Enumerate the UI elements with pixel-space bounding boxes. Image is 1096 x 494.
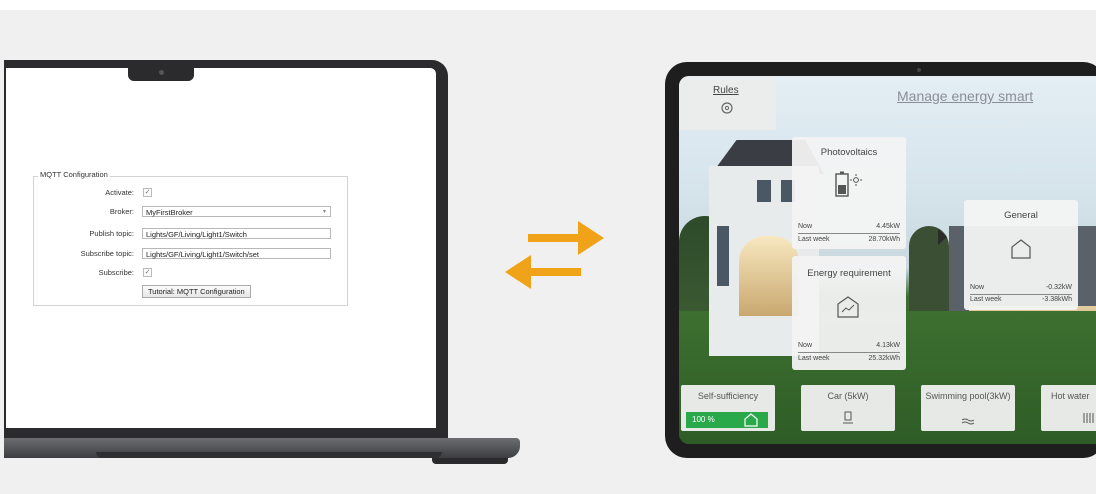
last-week-value: -3.38kWh xyxy=(1042,296,1072,303)
general-title: General xyxy=(1004,210,1038,221)
photovoltaics-now-row: Now 4.45kW xyxy=(798,223,900,234)
heater-icon xyxy=(1083,413,1094,423)
general-now-row: Now -0.32kW xyxy=(970,284,1072,295)
broker-select[interactable]: MyFirstBroker ▾ xyxy=(142,206,331,217)
subscribe-label: Subscribe: xyxy=(98,268,134,277)
broker-label: Broker: xyxy=(109,207,134,216)
general-card[interactable]: General Now -0.32kW Last week -3.38kWh xyxy=(964,200,1078,310)
activate-checkbox[interactable]: ✓ xyxy=(143,188,152,197)
subscribe-topic-label: Subscribe topic: xyxy=(80,249,134,258)
car-tile[interactable]: Car (5kW) xyxy=(801,385,895,431)
rules-button[interactable]: Rules xyxy=(679,76,776,130)
now-label: Now xyxy=(970,284,985,291)
last-week-label: Last week xyxy=(798,236,830,243)
laptop-base-lip xyxy=(96,452,442,458)
subscribe-topic-input[interactable]: Lights/GF/Living/Light1/Switch/set xyxy=(142,248,331,259)
house-icon xyxy=(744,413,758,427)
energy-week-row: Last week 25.32kWh xyxy=(798,355,900,365)
laptop-screen: MQTT Configuration Activate: ✓ Broker: M… xyxy=(6,68,436,428)
publish-topic-input[interactable]: Lights/GF/Living/Light1/Switch xyxy=(142,228,331,239)
camera-icon xyxy=(159,70,164,75)
house-glass-front xyxy=(739,236,799,316)
self-sufficiency-label: Self-sufficiency xyxy=(697,391,759,401)
hot-water-tile[interactable]: Hot water xyxy=(1041,385,1096,431)
subscribe-checkbox[interactable]: ✓ xyxy=(143,268,152,277)
gear-icon xyxy=(721,102,733,114)
hot-water-label: Hot water xyxy=(1051,391,1090,401)
swimming-pool-label: Swimming pool(3kW) xyxy=(925,391,1011,401)
self-sufficiency-tile[interactable]: Self-sufficiency 100 % xyxy=(681,385,775,431)
now-value: 4.13kW xyxy=(876,342,900,349)
arrow-right-icon xyxy=(528,221,604,255)
house-icon xyxy=(1011,239,1031,259)
last-week-label: Last week xyxy=(970,296,1002,303)
self-sufficiency-bar: 100 % xyxy=(686,412,768,428)
mqtt-configuration-panel: MQTT Configuration Activate: ✓ Broker: M… xyxy=(33,170,348,306)
photovoltaics-title: Photovoltaics xyxy=(820,147,878,158)
rules-label: Rules xyxy=(713,85,739,96)
tablet-screen: Rules Manage energy smart Photovoltaics … xyxy=(679,76,1096,444)
activate-label: Activate: xyxy=(105,188,134,197)
now-label: Now xyxy=(798,223,813,230)
house-window xyxy=(757,180,771,202)
last-week-label: Last week xyxy=(798,355,830,362)
battery-sun-icon xyxy=(835,171,862,197)
laptop-foot xyxy=(432,458,508,464)
energy-requirement-title: Energy requirement xyxy=(807,268,891,279)
chevron-right-icon[interactable] xyxy=(938,229,947,245)
photovoltaics-week-row: Last week 28.70kWh xyxy=(798,236,900,246)
tablet-camera-icon xyxy=(917,68,921,72)
publish-topic-label: Publish topic: xyxy=(89,229,134,238)
page-title: Manage energy smart xyxy=(897,88,1034,104)
last-week-value: 25.32kWh xyxy=(868,355,900,362)
house-chart-icon xyxy=(837,296,859,318)
general-week-row: Last week -3.38kWh xyxy=(970,296,1072,306)
swimming-pool-tile[interactable]: Swimming pool(3kW) xyxy=(921,385,1015,431)
house-window xyxy=(717,226,729,286)
self-sufficiency-value: 100 % xyxy=(692,415,715,424)
mqtt-legend: MQTT Configuration xyxy=(38,170,110,179)
now-label: Now xyxy=(798,342,813,349)
top-strip xyxy=(0,0,1096,10)
charger-icon xyxy=(843,411,853,424)
energy-requirement-card[interactable]: Energy requirement Now 4.13kW Last week … xyxy=(792,256,906,370)
arrow-left-icon xyxy=(505,255,581,289)
now-value: 4.45kW xyxy=(876,223,900,230)
now-value: -0.32kW xyxy=(1045,284,1072,291)
broker-value: MyFirstBroker xyxy=(146,208,193,217)
energy-now-row: Now 4.13kW xyxy=(798,342,900,353)
tutorial-mqtt-button[interactable]: Tutorial: MQTT Configuration xyxy=(142,285,251,298)
last-week-value: 28.70kWh xyxy=(868,236,900,243)
photovoltaics-card[interactable]: Photovoltaics Now 4.45kW Last week 28.70… xyxy=(792,137,906,249)
pool-icon xyxy=(961,418,975,425)
chevron-down-icon: ▾ xyxy=(322,209,326,215)
car-label: Car (5kW) xyxy=(827,391,869,401)
